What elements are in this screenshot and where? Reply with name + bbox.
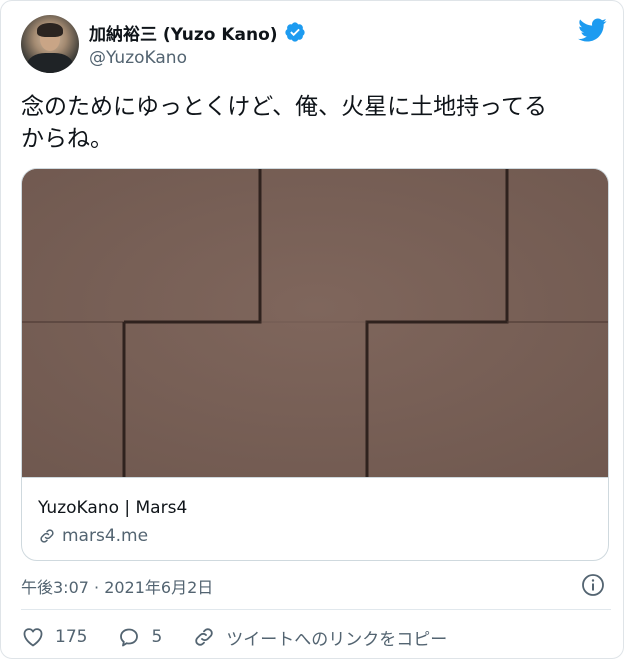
verified-badge-icon: [284, 22, 305, 42]
link-card[interactable]: YuzoKano | Mars4 mars4.me: [21, 168, 609, 561]
copy-link-button[interactable]: ツイートへのリンクをコピー: [192, 625, 447, 650]
author-name-row: 加納裕三 (Yuzo Kano): [89, 19, 306, 45]
card-domain-text: mars4.me: [62, 526, 149, 546]
avatar-body: [27, 53, 73, 73]
tweet-text-line-2: からね。: [21, 126, 113, 152]
tweet-actions: 175 5 ツイートへのリンクをコピー: [21, 623, 477, 651]
like-count: 175: [55, 627, 88, 647]
twitter-bird-icon[interactable]: [577, 15, 607, 45]
card-image-mars-surface[interactable]: [22, 169, 609, 477]
tweet-text: 念のためにゆっとくけど、俺、火星に土地持ってる からね。: [21, 91, 611, 155]
info-icon[interactable]: [581, 573, 605, 597]
tweet-text-line-1: 念のためにゆっとくけど、俺、火星に土地持ってる: [21, 94, 548, 120]
divider: [21, 609, 611, 610]
tweet-timestamp[interactable]: 午後3:07 · 2021年6月2日: [21, 574, 213, 598]
author-handle[interactable]: @YuzoKano: [89, 48, 187, 68]
link-icon: [40, 529, 54, 543]
card-domain: mars4.me: [38, 526, 148, 546]
card-title: YuzoKano | Mars4: [38, 498, 188, 518]
tweet-embed: 加納裕三 (Yuzo Kano) @YuzoKano 念のためにゆっとくけど、俺…: [0, 0, 624, 659]
reply-icon: [120, 628, 139, 647]
avatar-hair: [37, 23, 63, 37]
copy-link-icon: [195, 628, 213, 646]
like-button[interactable]: 175: [21, 625, 87, 649]
avatar[interactable]: [21, 15, 79, 73]
card-meta[interactable]: YuzoKano | Mars4 mars4.me: [22, 477, 608, 560]
author-display-name[interactable]: 加納裕三 (Yuzo Kano): [89, 20, 278, 45]
copy-link-label: ツイートへのリンクをコピー: [226, 629, 448, 650]
reply-button[interactable]: 5: [117, 625, 162, 649]
heart-icon: [23, 628, 43, 647]
reply-count: 5: [151, 627, 163, 647]
